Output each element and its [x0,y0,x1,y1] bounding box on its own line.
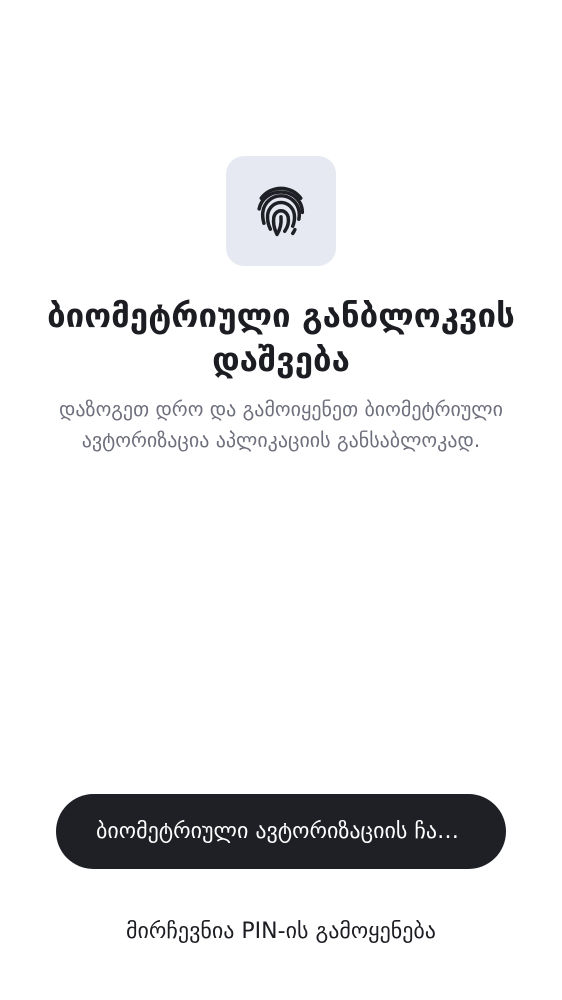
page-description: დაზოგეთ დრო და გამოიყენეთ ბიომეტრიული ავ… [59,397,503,452]
use-pin-link[interactable]: მირჩევნია PIN-ის გამოყენება [20,914,542,950]
fingerprint-icon-container [226,156,336,266]
page-title: ბიომეტრიული განბლოკვის დაშვება [47,296,515,379]
enable-biometric-button-label: ბიომეტრიული ავტორიზაციის ჩართვა [96,819,466,844]
fingerprint-icon [257,186,305,237]
enable-biometric-button[interactable]: ბიომეტრიული ავტორიზაციის ჩართვა [56,794,506,869]
